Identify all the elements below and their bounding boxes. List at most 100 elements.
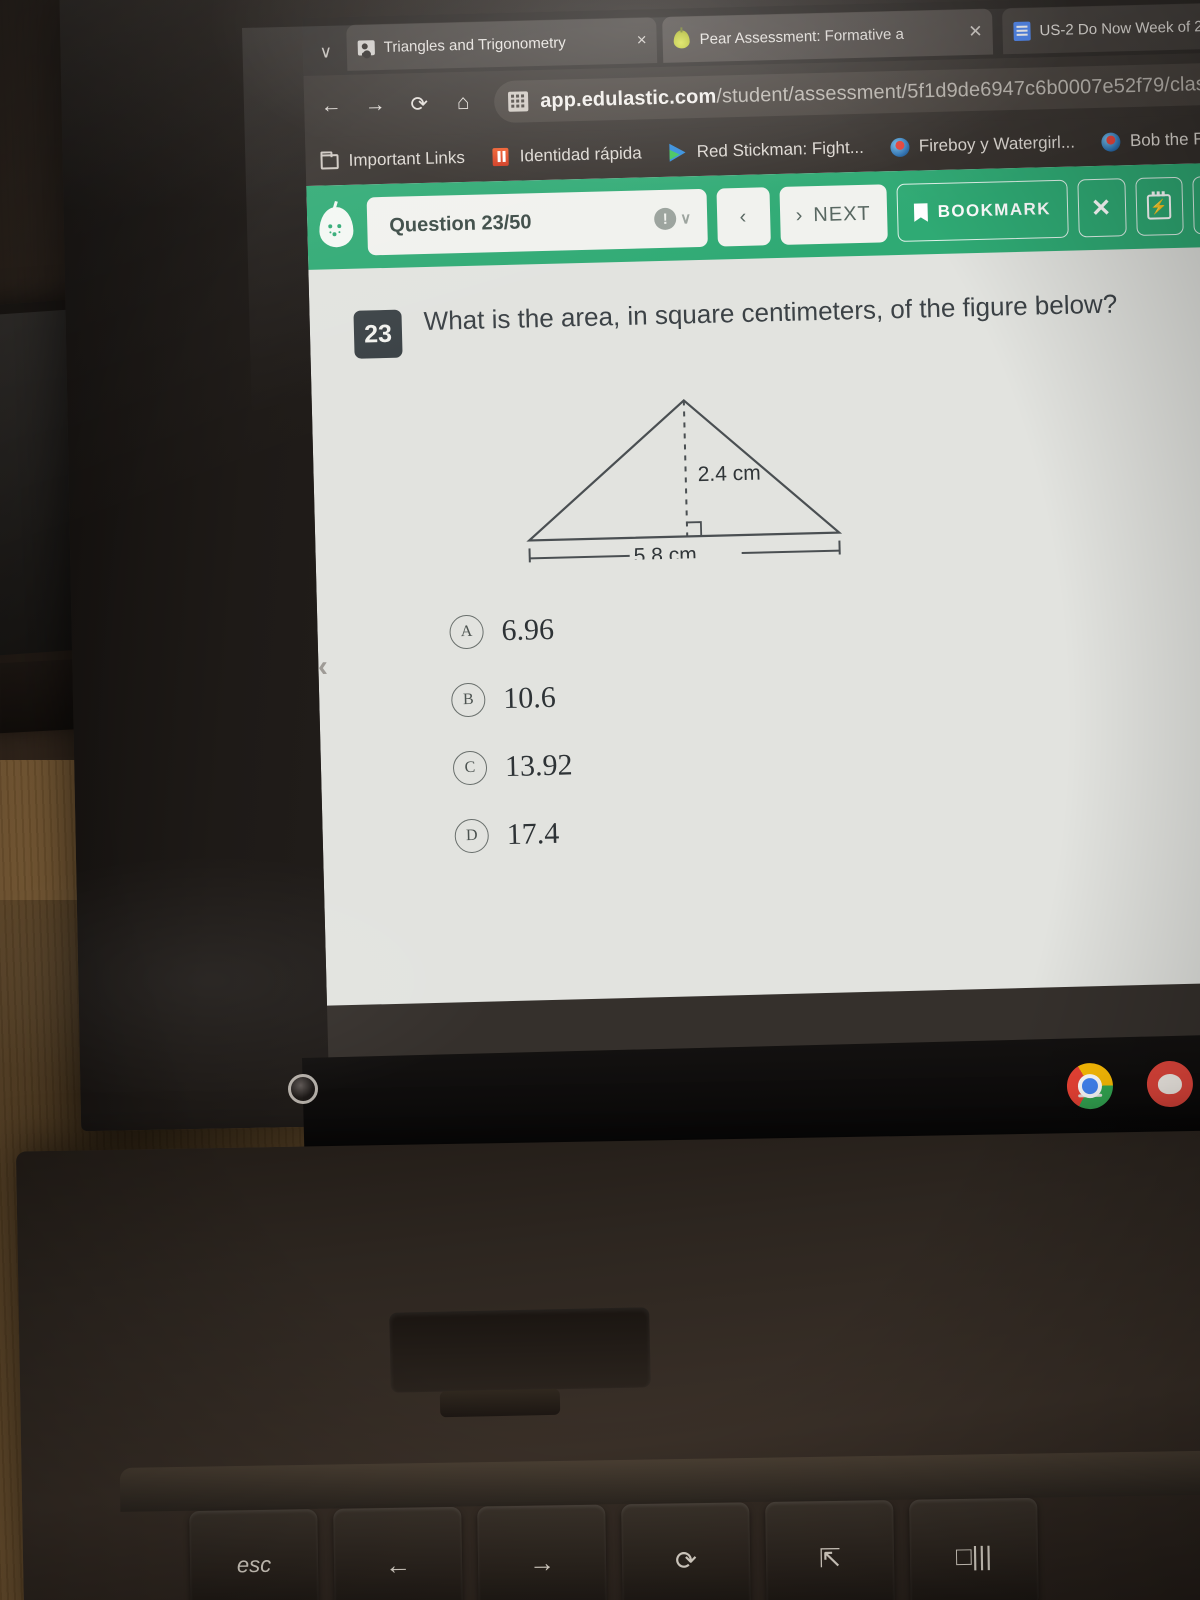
fullscreen-icon: ⇱: [818, 1542, 842, 1574]
option-letter-badge[interactable]: D: [454, 818, 490, 854]
next-question-button[interactable]: › NEXT: [779, 184, 888, 245]
option-value: 10.6: [502, 680, 557, 716]
question-status-indicator[interactable]: ! ∨: [653, 207, 692, 231]
play-store-icon: [667, 142, 687, 162]
active-app-indicator: [1078, 1093, 1103, 1098]
bookmark-button[interactable]: BOOKMARK: [895, 179, 1069, 243]
close-button[interactable]: ✕: [1077, 178, 1127, 238]
question-body: 23 What is the area, in square centimete…: [308, 245, 1200, 857]
scratchpad-icon: ⚡: [1147, 193, 1172, 220]
triangle-base-label: 5.8 cm: [633, 543, 697, 563]
next-label: NEXT: [813, 202, 871, 226]
bookmark-label: Red Stickman: Fight...: [696, 137, 865, 162]
pear-assessment-logo: [318, 206, 354, 248]
url-domain: app.edulastic.com: [539, 85, 717, 112]
bookmark-important-links[interactable]: Important Links: [319, 148, 465, 172]
option-letter-badge[interactable]: C: [452, 750, 488, 786]
answer-option-d[interactable]: D 17.4: [454, 798, 1200, 854]
tab-title: Pear Assessment: Formative a: [699, 25, 905, 48]
bookmark-bob-the-robber[interactable]: Bob the Robbe: [1101, 128, 1200, 152]
tab-title: US-2 Do Now Week of 2-2: [1039, 17, 1200, 39]
triangle-height-label: 2.4 cm: [697, 462, 761, 487]
globe-icon: [1101, 131, 1121, 152]
paint-icon[interactable]: [1146, 1060, 1194, 1108]
question-counter-label: Question 23/50: [388, 210, 532, 237]
browser-tab-pear-assessment[interactable]: Pear Assessment: Formative a ✕: [662, 8, 994, 63]
key-fullscreen[interactable]: ⇱: [765, 1500, 895, 1600]
people-icon: [357, 38, 375, 56]
base-tick-right: [838, 540, 841, 561]
option-value: 13.92: [504, 748, 573, 784]
browser-tab-us2-do-now[interactable]: US-2 Do Now Week of 2-2: [1001, 0, 1200, 55]
warning-icon: !: [653, 207, 677, 231]
question-number-badge: 23: [353, 309, 403, 359]
tab-search-chevron-icon[interactable]: ∨: [308, 35, 343, 70]
photo-of-laptop-screen: ∨ Triangles and Trigonometry × Pear Asse…: [0, 0, 1200, 1600]
scratchpad-button[interactable]: ⚡: [1134, 176, 1185, 236]
triangle-height-dashed-line: [682, 400, 689, 537]
question-prompt: What is the area, in square centimeters,…: [423, 288, 1118, 337]
pear-icon: [672, 30, 690, 49]
key-forward[interactable]: →: [477, 1504, 607, 1600]
option-letter-badge[interactable]: B: [450, 682, 486, 718]
red-book-icon: [491, 147, 511, 167]
chrome-icon[interactable]: [1066, 1062, 1114, 1110]
laptop-screen: ∨ Triangles and Trigonometry × Pear Asse…: [302, 0, 1200, 1058]
back-button[interactable]: ←: [310, 85, 353, 128]
laptop-hinge: [389, 1307, 651, 1393]
base-tick-left: [528, 548, 532, 569]
close-icon[interactable]: ✕: [962, 22, 983, 43]
triangle-figure: 2.4 cm 5.8 cm: [505, 364, 1200, 569]
previous-question-button[interactable]: ‹: [716, 187, 771, 247]
key-esc[interactable]: esc: [189, 1509, 319, 1600]
edulastic-assessment-app: Question 23/50 ! ∨ ‹ › NEXT BOOKMARK ✕ ⚡…: [306, 160, 1200, 1006]
bookmark-label: Fireboy y Watergirl...: [918, 132, 1076, 156]
globe-icon: [890, 137, 910, 157]
right-angle-marker-icon: [686, 521, 703, 537]
close-icon[interactable]: ×: [630, 30, 646, 50]
option-value: 17.4: [506, 816, 560, 852]
url-text: app.edulastic.com/student/assessment/5f1…: [540, 72, 1200, 113]
base-dimension-line-left: [529, 554, 630, 560]
key-back[interactable]: ←: [333, 1506, 463, 1600]
tab-title: Triangles and Trigonometry: [383, 33, 566, 56]
answer-option-a[interactable]: A 6.96: [449, 595, 1200, 650]
keyboard-function-row: esc ← → ⟳ ⇱ □|||: [189, 1493, 1200, 1600]
question-counter-box[interactable]: Question 23/50 ! ∨: [366, 188, 708, 256]
bezel-chevron-icon: ‹: [317, 649, 329, 684]
laptop: ∨ Triangles and Trigonometry × Pear Asse…: [15, 0, 1200, 1600]
question-header: 23 What is the area, in square centimete…: [353, 282, 1200, 359]
search-button[interactable]: [1192, 175, 1200, 235]
bookmark-label: Bob the Robbe: [1129, 128, 1200, 151]
answer-option-c[interactable]: C 13.92: [452, 730, 1200, 786]
triangle-diagram-svg: 2.4 cm 5.8 cm: [526, 398, 843, 569]
laptop-hinge-detail: [439, 1388, 561, 1418]
window-overview-icon: □|||: [955, 1540, 993, 1572]
bookmark-label: Identidad rápida: [519, 143, 642, 166]
answer-option-b[interactable]: B 10.6: [450, 662, 1200, 718]
forward-button[interactable]: →: [354, 84, 397, 127]
option-value: 6.96: [501, 612, 555, 648]
bookmark-label: BOOKMARK: [937, 199, 1052, 221]
key-reload[interactable]: ⟳: [621, 1502, 751, 1600]
key-overview[interactable]: □|||: [909, 1497, 1039, 1600]
triangle-shape: [526, 398, 843, 542]
bookmark-fireboy-watergirl[interactable]: Fireboy y Watergirl...: [890, 132, 1076, 157]
folder-icon: [319, 151, 339, 171]
option-letter-badge[interactable]: A: [449, 614, 485, 650]
url-path: /student/assessment/5f1d9de6947c6b0007e5…: [716, 71, 1200, 108]
reload-button[interactable]: ⟳: [398, 83, 441, 126]
back-arrow-icon: ←: [384, 1549, 412, 1581]
answer-options-list: A 6.96 B 10.6 C 13.92 D 17.4: [449, 595, 1200, 854]
bookmark-identidad-rapida[interactable]: Identidad rápida: [491, 143, 642, 167]
address-bar[interactable]: app.edulastic.com/student/assessment/5f1…: [493, 60, 1200, 124]
browser-tab-triangles[interactable]: Triangles and Trigonometry ×: [346, 17, 658, 71]
page-info-icon[interactable]: [507, 91, 529, 112]
home-button[interactable]: ⌂: [442, 81, 485, 124]
bookmark-flag-icon: [913, 203, 927, 222]
bookmark-label: Important Links: [348, 147, 466, 170]
chevron-right-icon: ›: [795, 203, 804, 227]
forward-arrow-icon: →: [528, 1547, 556, 1578]
bookmark-red-stickman[interactable]: Red Stickman: Fight...: [667, 138, 864, 163]
google-docs-icon: [1012, 21, 1031, 41]
